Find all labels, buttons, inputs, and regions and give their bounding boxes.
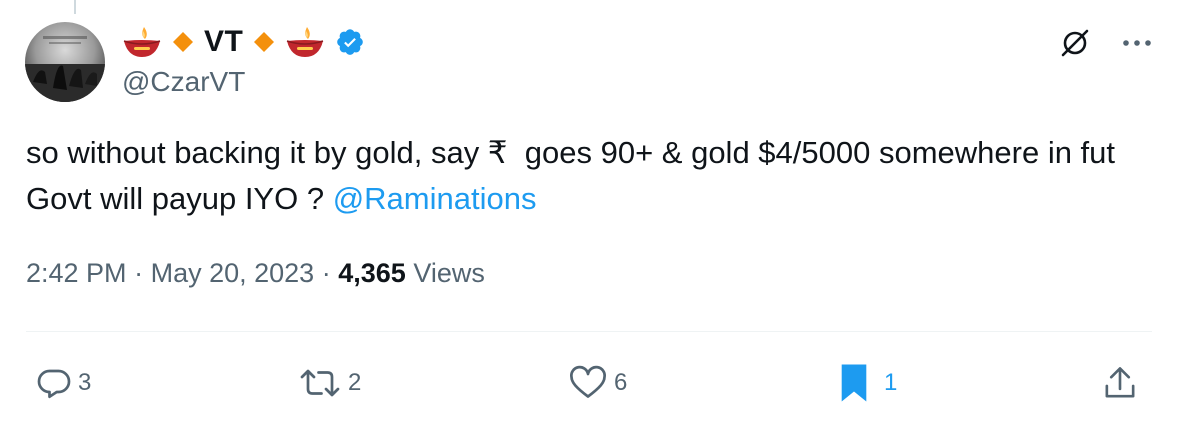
repost-icon <box>300 369 340 397</box>
tweet-header: VT @CzarVT <box>122 24 375 98</box>
avatar[interactable] <box>25 22 105 102</box>
diya-lamp-icon <box>287 27 324 57</box>
repost-button[interactable]: 2 <box>298 358 361 408</box>
share-button[interactable] <box>1102 358 1138 408</box>
mention-link[interactable]: @Raminations <box>333 181 537 216</box>
bookmark-button[interactable]: 1 <box>838 358 897 408</box>
bookmark-count: 1 <box>884 369 898 396</box>
heart-icon <box>570 365 606 398</box>
more-options-icon[interactable] <box>1122 38 1152 48</box>
tweet-time[interactable]: 2:42 PM <box>26 258 127 288</box>
user-handle[interactable]: @CzarVT <box>122 66 375 98</box>
repost-count: 2 <box>348 369 362 396</box>
views-count[interactable]: 4,365 <box>338 258 406 288</box>
top-actions <box>1058 26 1152 60</box>
like-button[interactable]: 6 <box>568 358 627 408</box>
tweet-body: so without backing it by gold, say ₹ goe… <box>26 135 1124 216</box>
tweet-meta: 2:42 PM · May 20, 2023 · 4,365 Views <box>26 258 485 289</box>
orange-diamond-icon <box>173 32 193 52</box>
bookmark-icon <box>841 364 867 402</box>
tweet-date[interactable]: May 20, 2023 <box>151 258 315 288</box>
action-bar: 3 2 6 1 <box>0 358 1200 408</box>
share-icon <box>1105 367 1135 398</box>
thread-connector-line <box>74 0 76 14</box>
display-name[interactable]: VT <box>204 25 243 59</box>
avatar-image <box>25 36 105 102</box>
divider <box>26 331 1152 332</box>
verified-badge-icon[interactable] <box>335 27 365 57</box>
diya-lamp-icon <box>123 27 161 57</box>
grok-icon[interactable] <box>1058 26 1092 60</box>
name-row: VT <box>122 24 375 60</box>
reply-button[interactable]: 3 <box>36 358 91 408</box>
reply-count: 3 <box>78 369 92 396</box>
reply-icon <box>37 369 71 399</box>
orange-diamond-icon <box>254 32 275 52</box>
like-count: 6 <box>614 369 628 396</box>
meta-separator: · <box>134 258 144 288</box>
tweet-text: so without backing it by gold, say ₹ goe… <box>26 130 1156 222</box>
views-label[interactable]: Views <box>413 258 485 288</box>
meta-separator: · <box>321 258 331 288</box>
